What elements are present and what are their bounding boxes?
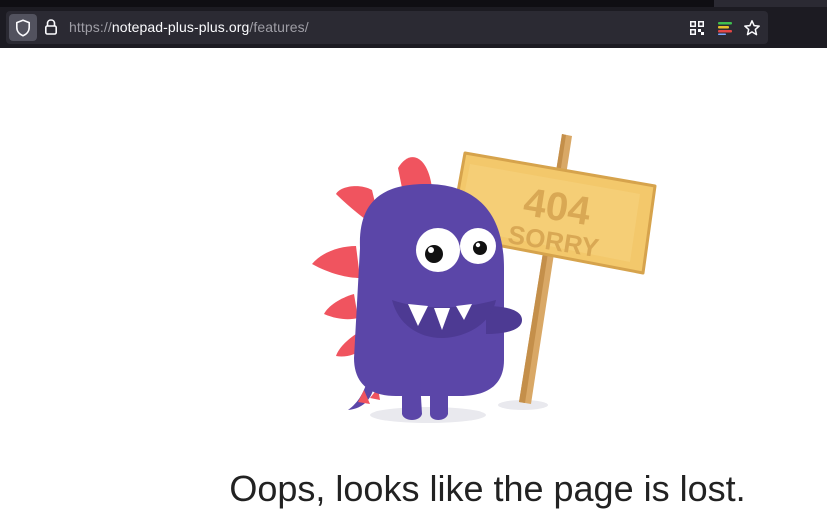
address-bar[interactable]: https://notepad-plus-plus.org/features/: [6, 11, 768, 44]
url-text[interactable]: https://notepad-plus-plus.org/features/: [69, 19, 309, 36]
color-bars-icon[interactable]: [716, 19, 734, 37]
lock-icon[interactable]: [43, 18, 59, 36]
shield-icon[interactable]: [9, 14, 37, 41]
star-icon[interactable]: [743, 19, 761, 37]
monster-illustration: 404 SORRY: [300, 128, 670, 433]
tab-strip: [0, 0, 827, 7]
tab-edge[interactable]: [714, 0, 827, 7]
url-scheme: https://: [69, 19, 112, 35]
qr-code-icon[interactable]: [688, 19, 706, 37]
url-path: /features/: [249, 19, 309, 35]
error-message: Oops, looks like the page is lost.: [229, 468, 746, 509]
browser-toolbar: https://notepad-plus-plus.org/features/: [0, 0, 827, 48]
url-host: notepad-plus-plus.org: [111, 19, 250, 35]
